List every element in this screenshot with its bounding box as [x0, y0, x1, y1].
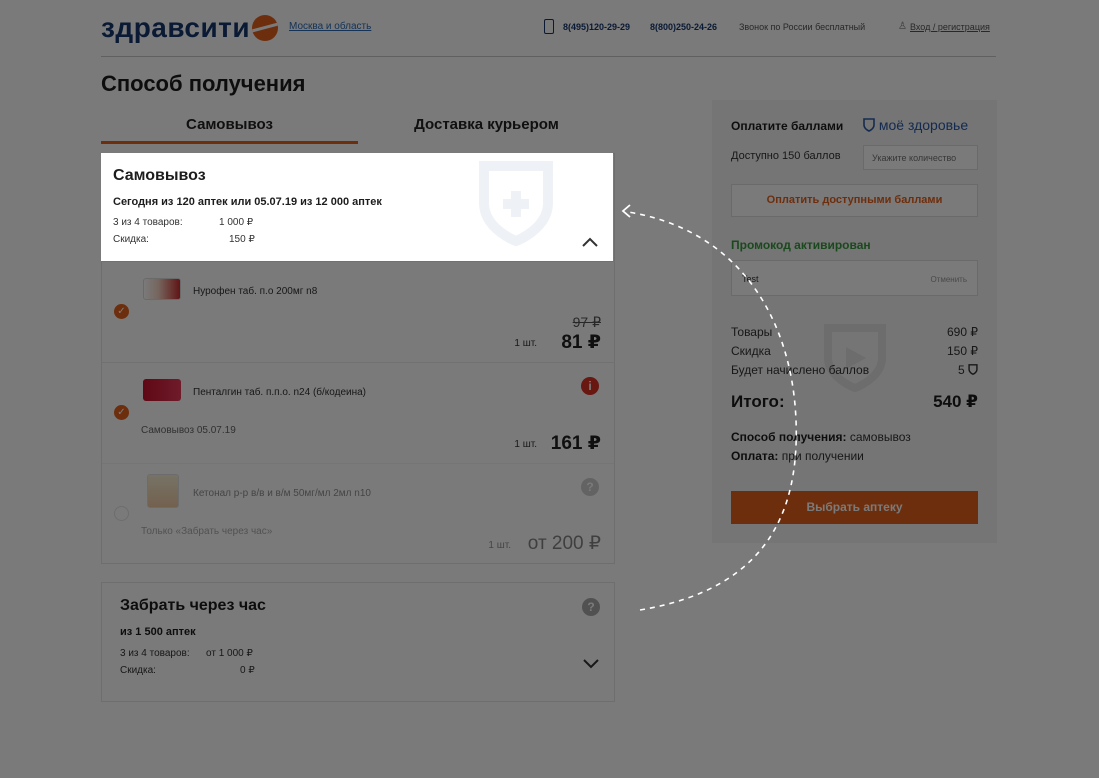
- item-quantity: 1 шт.: [488, 540, 511, 551]
- chevron-up-icon[interactable]: [581, 235, 599, 253]
- site-header: здравсити Москва и область 8(495)120-29-…: [0, 0, 1099, 57]
- choose-pharmacy-button[interactable]: Выбрать аптеку: [731, 491, 978, 524]
- header-divider: [101, 56, 996, 57]
- points-title: Оплатите баллами: [731, 119, 844, 133]
- login-link[interactable]: Вход / регистрация: [910, 22, 990, 32]
- product-image: [143, 278, 181, 300]
- loyalty-brand: моё здоровье: [863, 117, 968, 133]
- item-price: от 200 ₽: [527, 533, 601, 554]
- product-image: [143, 379, 181, 401]
- summary-goods-value: 690 ₽: [947, 325, 978, 339]
- product-image: [147, 474, 179, 508]
- help-icon[interactable]: ?: [582, 598, 600, 616]
- phone-icon: [544, 19, 554, 34]
- summary-bonus-value: 5: [958, 363, 978, 377]
- free-call-note: Звонок по России бесплатный: [739, 22, 866, 32]
- pickup-card-subtitle: Сегодня из 120 аптек или 05.07.19 из 12 …: [113, 196, 382, 208]
- item-name[interactable]: Нурофен таб. п.о 200мг n8: [193, 286, 317, 297]
- phone-number-free[interactable]: 8(800)250-24-26: [650, 22, 717, 32]
- delivery-method: Способ получения: самовывоз: [731, 430, 911, 444]
- hour-card-title: Забрать через час: [120, 597, 266, 614]
- pickup-card-title: Самовывоз: [113, 167, 206, 184]
- hour-discount-value: 0 ₽: [240, 665, 255, 676]
- summary-discount-value: 150 ₽: [947, 344, 978, 358]
- promo-cancel-link[interactable]: Отменить: [930, 275, 967, 284]
- item-note: Только «Забрать через час»: [141, 526, 273, 537]
- payment-method: Оплата: при получении: [731, 449, 864, 463]
- points-available: Доступно 150 баллов: [731, 150, 841, 162]
- cart-item: Нурофен таб. п.о 200мг n8 ✓ 97 ₽ 1 шт. 8…: [101, 261, 615, 362]
- shield-icon: [863, 118, 875, 132]
- site-logo[interactable]: здравсити: [101, 12, 279, 44]
- pickup-goods-value: 1 000 ₽: [219, 217, 254, 228]
- promo-code-field[interactable]: Test Отменить: [731, 260, 978, 296]
- summary-discount-label: Скидка: [731, 344, 771, 358]
- region-link[interactable]: Москва и область: [289, 21, 371, 32]
- points-amount-input[interactable]: [863, 145, 978, 170]
- hour-goods-label: 3 из 4 товаров:: [120, 648, 190, 659]
- item-price: 161 ₽: [550, 433, 601, 454]
- help-icon[interactable]: ?: [581, 478, 599, 496]
- shield-watermark-icon: [824, 324, 886, 393]
- shield-watermark-icon: [479, 161, 553, 247]
- pickup-summary-card[interactable]: Самовывоз Сегодня из 120 аптек или 05.07…: [101, 153, 613, 261]
- promo-status: Промокод активирован: [731, 238, 871, 252]
- item-checkbox[interactable]: [114, 506, 129, 521]
- hour-discount-label: Скидка:: [120, 665, 156, 676]
- page-title: Способ получения: [101, 71, 306, 96]
- item-checkbox[interactable]: ✓: [114, 405, 129, 420]
- item-note: Самовывоз 05.07.19: [141, 425, 236, 436]
- hour-card-subtitle: из 1 500 аптек: [120, 626, 196, 638]
- shield-icon: [968, 364, 978, 375]
- pickup-discount-label: Скидка:: [113, 234, 149, 245]
- item-name[interactable]: Пенталгин таб. п.п.о. n24 (б/кодеина): [193, 387, 366, 398]
- total-value: 540 ₽: [933, 392, 978, 411]
- order-summary-sidebar: Оплатите баллами моё здоровье Доступно 1…: [712, 100, 997, 543]
- cart-item: Пенталгин таб. п.п.о. n24 (б/кодеина) i …: [101, 362, 615, 463]
- item-quantity: 1 шт.: [514, 338, 537, 349]
- item-price: 81 ₽: [561, 332, 601, 353]
- pickup-discount-value: 150 ₽: [229, 234, 255, 245]
- info-icon[interactable]: i: [581, 377, 599, 395]
- promo-code-value: Test: [742, 274, 759, 284]
- user-icon: ♙: [898, 21, 907, 32]
- pay-points-button[interactable]: Оплатить доступными баллами: [731, 184, 978, 217]
- tab-courier[interactable]: Доставка курьером: [358, 116, 615, 144]
- cart-item: Кетонал р-р в/в и в/м 50мг/мл 2мл n10 ? …: [101, 463, 615, 564]
- logo-ball-icon: [252, 15, 279, 41]
- chevron-down-icon[interactable]: [582, 657, 600, 675]
- hour-goods-value: от 1 000 ₽: [206, 648, 253, 659]
- item-old-price: 97 ₽: [572, 314, 601, 330]
- phone-number-moscow[interactable]: 8(495)120-29-29: [563, 22, 630, 32]
- summary-bonus-label: Будет начислено баллов: [731, 363, 870, 377]
- summary-goods-label: Товары: [731, 325, 773, 339]
- item-quantity: 1 шт.: [514, 439, 537, 450]
- item-name[interactable]: Кетонал р-р в/в и в/м 50мг/мл 2мл n10: [193, 488, 371, 499]
- pickup-goods-label: 3 из 4 товаров:: [113, 217, 183, 228]
- tab-pickup[interactable]: Самовывоз: [101, 116, 358, 144]
- total-label: Итого:: [731, 392, 785, 411]
- pickup-hour-card[interactable]: Забрать через час ? из 1 500 аптек 3 из …: [101, 582, 615, 702]
- item-checkbox[interactable]: ✓: [114, 304, 129, 319]
